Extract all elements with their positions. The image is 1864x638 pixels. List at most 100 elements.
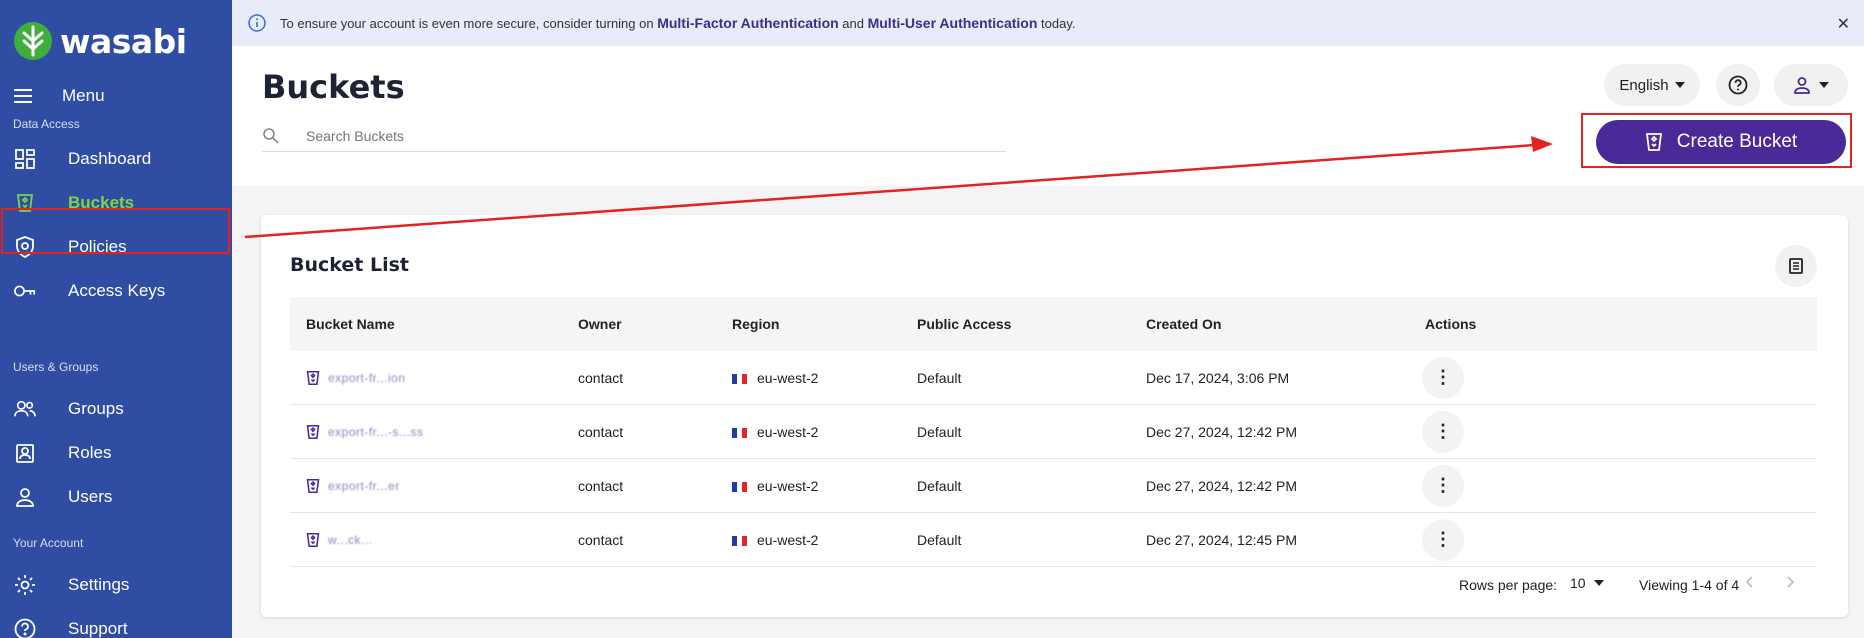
mfa-link[interactable]: Multi-Factor Authentication <box>657 15 838 31</box>
region-label: eu-west-2 <box>757 369 819 386</box>
owner-cell: contact <box>578 369 624 386</box>
key-icon <box>14 280 36 302</box>
sidebar: wasabi Menu Data Access Dashboard Bucket… <box>0 0 232 638</box>
column-header-public-access[interactable]: Public Access <box>917 316 1011 332</box>
mfa-banner: To ensure your account is even more secu… <box>232 0 1864 46</box>
public-access-cell: Default <box>917 477 962 494</box>
sidebar-item-roles[interactable]: Roles <box>0 431 232 475</box>
bucket-name-cell[interactable]: export-fr...-s...ss <box>306 424 424 440</box>
user-icon <box>14 486 36 508</box>
actions-cell: ⋮ <box>1422 518 1464 561</box>
sidebar-item-label: Support <box>68 619 128 638</box>
more-actions-button[interactable]: ⋮ <box>1422 410 1464 453</box>
owner-cell: contact <box>578 423 624 440</box>
actions-cell: ⋮ <box>1422 464 1464 507</box>
previous-page-button[interactable] <box>1745 575 1753 593</box>
more-vertical-icon: ⋮ <box>1434 367 1452 387</box>
help-icon <box>14 618 36 638</box>
bucket-name[interactable]: export-fr...er <box>328 479 400 493</box>
sidebar-item-settings[interactable]: Settings <box>0 563 232 607</box>
dashboard-icon <box>14 148 36 170</box>
column-header-bucket-name[interactable]: Bucket Name <box>306 316 395 332</box>
region-label: eu-west-2 <box>757 423 819 440</box>
caret-down-icon <box>1593 580 1604 586</box>
info-icon <box>248 14 266 32</box>
list-view-icon <box>1789 258 1803 274</box>
table-row: w...ck... contact eu-west-2 Default Dec … <box>290 513 1817 567</box>
table-row: export-fr...-s...ss contact eu-west-2 De… <box>290 405 1817 459</box>
sidebar-item-groups[interactable]: Groups <box>0 387 232 431</box>
hamburger-icon <box>14 89 32 103</box>
search-icon <box>263 127 279 144</box>
banner-text-and: and <box>838 16 868 31</box>
region-cell: eu-west-2 <box>732 478 818 494</box>
table-pagination: Rows per page: 10 Viewing 1-4 of 4 <box>290 567 1817 603</box>
section-your-account: Your Account <box>13 536 84 550</box>
more-vertical-icon: ⋮ <box>1434 475 1452 495</box>
bucket-name[interactable]: export-fr...ion <box>328 371 406 385</box>
bucket-name[interactable]: w...ck... <box>328 533 373 547</box>
region-cell: eu-west-2 <box>732 532 818 548</box>
annotation-highlight-create-bucket <box>1581 113 1852 168</box>
created-on-cell: Dec 27, 2024, 12:42 PM <box>1146 477 1297 494</box>
sidebar-item-support[interactable]: Support <box>0 607 232 638</box>
banner-close-button[interactable]: ✕ <box>1837 14 1850 34</box>
sidebar-item-label: Dashboard <box>68 149 152 168</box>
next-page-button[interactable] <box>1787 575 1795 593</box>
more-actions-button[interactable]: ⋮ <box>1422 518 1464 561</box>
bucket-list-title: Bucket List <box>290 254 409 276</box>
rows-per-page-select[interactable]: 10 <box>1570 575 1604 591</box>
wasabi-logo-icon <box>14 22 52 60</box>
help-button[interactable] <box>1716 64 1760 106</box>
column-header-owner[interactable]: Owner <box>578 316 622 332</box>
more-actions-button[interactable]: ⋮ <box>1422 356 1464 399</box>
column-header-created-on[interactable]: Created On <box>1146 316 1221 332</box>
more-vertical-icon: ⋮ <box>1434 421 1452 441</box>
section-data-access: Data Access <box>13 117 80 131</box>
rows-per-page-value: 10 <box>1570 575 1586 591</box>
wasabi-logo[interactable]: wasabi <box>12 20 187 62</box>
sidebar-item-label: Users <box>68 487 113 506</box>
banner-text: To ensure your account is even more secu… <box>280 15 1075 31</box>
sidebar-item-label: Roles <box>68 443 112 462</box>
user-menu-button[interactable] <box>1774 64 1848 106</box>
public-access-cell: Default <box>917 423 962 440</box>
public-access-cell: Default <box>917 369 962 386</box>
column-header-region[interactable]: Region <box>732 316 779 332</box>
sidebar-item-label: Settings <box>68 575 130 594</box>
region-cell: eu-west-2 <box>732 370 818 386</box>
annotation-highlight-buckets <box>1 208 230 254</box>
sidebar-item-access-keys[interactable]: Access Keys <box>0 269 232 313</box>
column-settings-button[interactable] <box>1775 245 1817 287</box>
actions-cell: ⋮ <box>1422 356 1464 399</box>
france-flag-icon <box>732 481 747 492</box>
viewing-range: Viewing 1-4 of 4 <box>1639 577 1740 593</box>
search-input[interactable] <box>306 127 906 144</box>
bucket-table: Bucket Name Owner Region Public Access C… <box>290 297 1817 567</box>
owner-cell: contact <box>578 477 624 494</box>
chevron-right-icon <box>1787 576 1795 588</box>
menu-toggle[interactable]: Menu <box>14 86 105 106</box>
bucket-icon <box>306 532 320 547</box>
banner-text-before: To ensure your account is even more secu… <box>280 16 658 31</box>
sidebar-item-users[interactable]: Users <box>0 475 232 519</box>
language-selector[interactable]: English <box>1604 64 1700 106</box>
table-header: Bucket Name Owner Region Public Access C… <box>290 297 1817 351</box>
region-label: eu-west-2 <box>757 477 819 494</box>
bucket-icon <box>306 370 320 385</box>
mua-link[interactable]: Multi-User Authentication <box>868 15 1038 31</box>
bucket-name-cell[interactable]: w...ck... <box>306 532 373 548</box>
more-vertical-icon: ⋮ <box>1434 529 1452 549</box>
bucket-name-cell[interactable]: export-fr...ion <box>306 370 406 386</box>
bucket-icon <box>306 424 320 439</box>
caret-down-icon <box>1674 82 1685 88</box>
section-users-groups: Users & Groups <box>13 360 99 374</box>
france-flag-icon <box>732 373 747 384</box>
menu-label: Menu <box>62 86 105 105</box>
public-access-cell: Default <box>917 531 962 548</box>
sidebar-item-dashboard[interactable]: Dashboard <box>0 137 232 181</box>
page-title: Buckets <box>262 68 405 106</box>
bucket-name-cell[interactable]: export-fr...er <box>306 478 400 494</box>
more-actions-button[interactable]: ⋮ <box>1422 464 1464 507</box>
bucket-name[interactable]: export-fr...-s...ss <box>328 425 424 439</box>
